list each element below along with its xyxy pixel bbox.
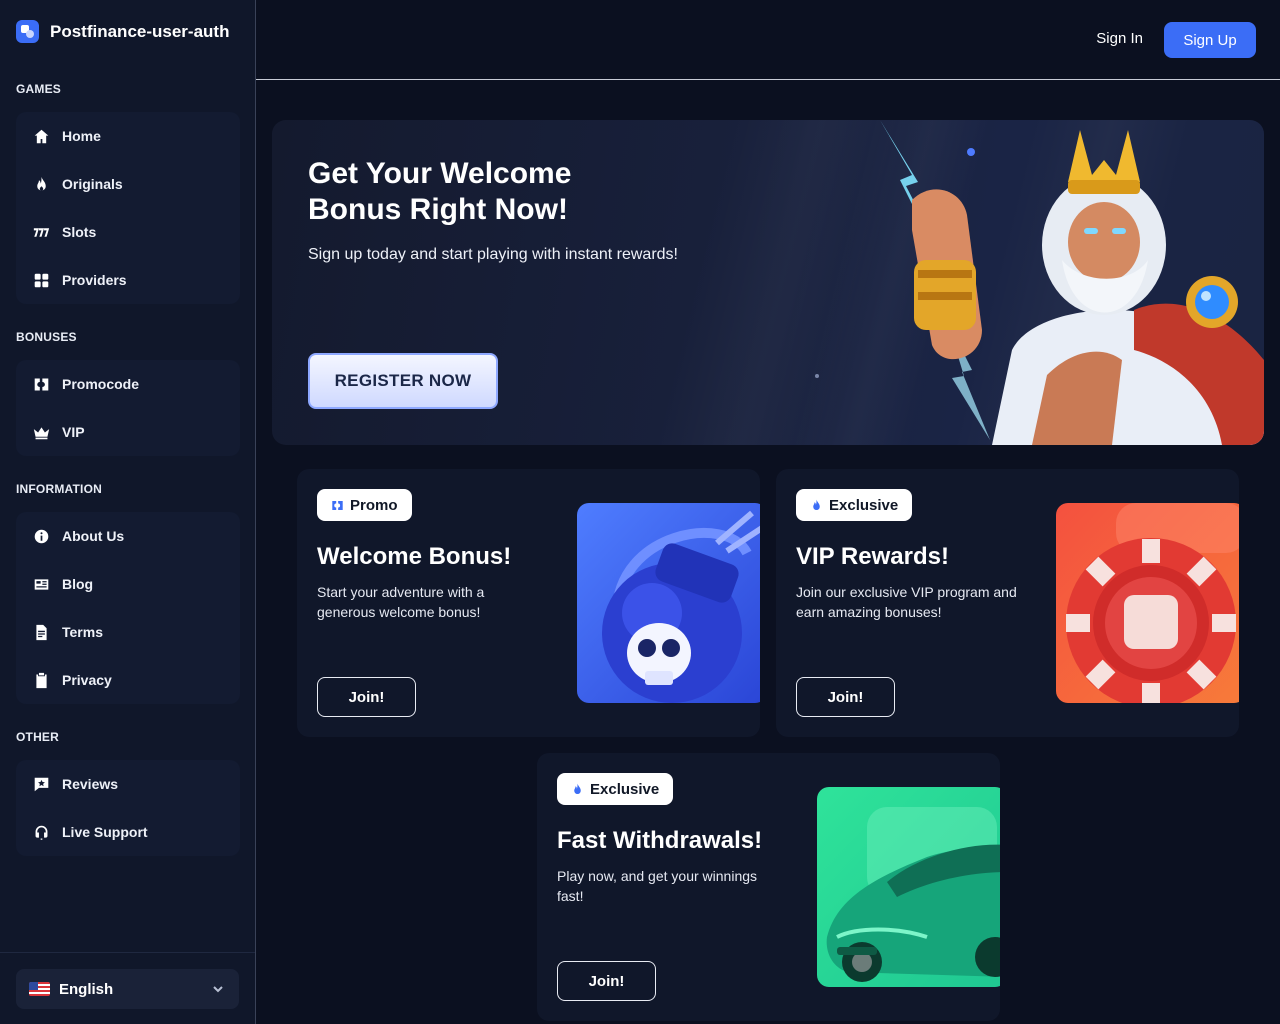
sidebar-item-terms[interactable]: Terms [16,608,240,656]
sidebar-item-label: Slots [62,224,97,240]
language-label: English [59,980,114,998]
join-button[interactable]: Join! [317,677,416,717]
brand-name: Postfinance-user-auth [50,21,230,41]
card-title: Fast Withdrawals! [557,827,763,854]
flame-icon [32,175,50,193]
card-badge: Exclusive [796,489,913,521]
sidebar: Postfinance-user-auth GAMES Home Origina… [0,0,256,1024]
sidebar-item-label: About Us [62,528,125,544]
card-title: Welcome Bonus! [317,543,512,570]
top-header: Sign In Sign Up [256,0,1280,80]
zeus-illustration [880,120,1264,445]
card-badge: Exclusive [557,773,674,805]
headset-icon [32,823,50,841]
join-button[interactable]: Join! [796,677,895,717]
clipboard-check-icon [32,671,50,689]
language-select[interactable]: English [16,969,239,1009]
document-icon [32,623,50,641]
hero-banner: Get Your Welcome Bonus Right Now! Sign u… [272,120,1264,445]
sidebar-item-promocode[interactable]: Promocode [16,360,240,408]
brand[interactable]: Postfinance-user-auth [16,20,229,43]
sidebar-item-blog[interactable]: Blog [16,560,240,608]
promo-card-fast-withdrawals: Exclusive Fast Withdrawals! Play now, an… [537,753,1000,1021]
card-title: VIP Rewards! [796,543,949,570]
sidebar-item-label: Terms [62,624,103,640]
card-badge-label: Promo [350,496,398,514]
decor-dot [815,374,819,378]
flame-icon [574,783,581,794]
brand-logo-icon [16,20,39,43]
ticket-icon [332,500,343,510]
sidebar-item-live-support[interactable]: Live Support [16,808,240,856]
sidebar-item-providers[interactable]: Providers [16,256,240,304]
section-title-bonuses: BONUSES [16,330,77,344]
hero-title: Get Your Welcome Bonus Right Now! [308,157,572,226]
flame-icon [813,499,820,510]
newspaper-icon [32,575,50,593]
card-description: Start your adventure with a generous wel… [317,584,485,620]
sidebar-footer: English [0,952,255,1024]
section-title-games: GAMES [16,82,62,96]
section-title-other: OTHER [16,730,59,744]
sports-car-illustration [817,787,1000,987]
card-badge: Promo [317,489,412,521]
sidebar-item-label: Live Support [62,824,148,840]
card-badge-label: Exclusive [590,780,660,798]
casino-chip-illustration [1056,503,1239,703]
us-flag-icon [29,982,50,996]
review-icon [32,775,50,793]
sidebar-item-label: Reviews [62,776,119,792]
sidebar-item-privacy[interactable]: Privacy [16,656,240,704]
sidebar-item-label: Originals [62,176,123,192]
sidebar-item-label: Privacy [62,672,112,688]
bomb-skull-illustration [577,503,760,703]
nav-group-games: Home Originals Slots Providers [16,112,240,304]
nav-group-bonuses: Promocode VIP [16,360,240,456]
card-description: Play now, and get your winnings fast! [557,868,758,904]
promo-card-vip-rewards: Exclusive VIP Rewards! Join our exclusiv… [776,469,1239,737]
sign-in-button[interactable]: Sign In [1096,30,1143,47]
sidebar-item-label: Home [62,128,101,144]
sidebar-item-slots[interactable]: Slots [16,208,240,256]
sidebar-item-label: VIP [62,424,85,440]
promo-card-welcome-bonus: Promo Welcome Bonus! Start your adventur… [297,469,760,737]
sidebar-item-label: Blog [62,576,94,592]
ticket-icon [32,375,50,393]
grid-icon [32,271,50,289]
sidebar-item-home[interactable]: Home [16,112,240,160]
section-title-information: INFORMATION [16,482,102,496]
sidebar-item-originals[interactable]: Originals [16,160,240,208]
sidebar-item-label: Promocode [62,376,140,392]
sidebar-item-label: Providers [62,272,127,288]
crown-icon [32,423,50,441]
sidebar-item-about-us[interactable]: About Us [16,512,240,560]
nav-group-information: About Us Blog Terms Privacy [16,512,240,704]
card-description: Join our exclusive VIP program and earn … [796,584,1017,620]
home-icon [32,127,50,145]
info-icon [32,527,50,545]
sidebar-item-reviews[interactable]: Reviews [16,760,240,808]
card-badge-label: Exclusive [829,496,899,514]
sign-up-button[interactable]: Sign Up [1164,22,1256,58]
hero-subtitle: Sign up today and start playing with ins… [308,246,678,263]
nav-group-other: Reviews Live Support [16,760,240,856]
slots-777-icon [32,223,50,241]
register-now-button[interactable]: REGISTER NOW [308,353,498,409]
join-button[interactable]: Join! [557,961,656,1001]
chevron-down-icon [212,982,224,999]
sidebar-item-vip[interactable]: VIP [16,408,240,456]
